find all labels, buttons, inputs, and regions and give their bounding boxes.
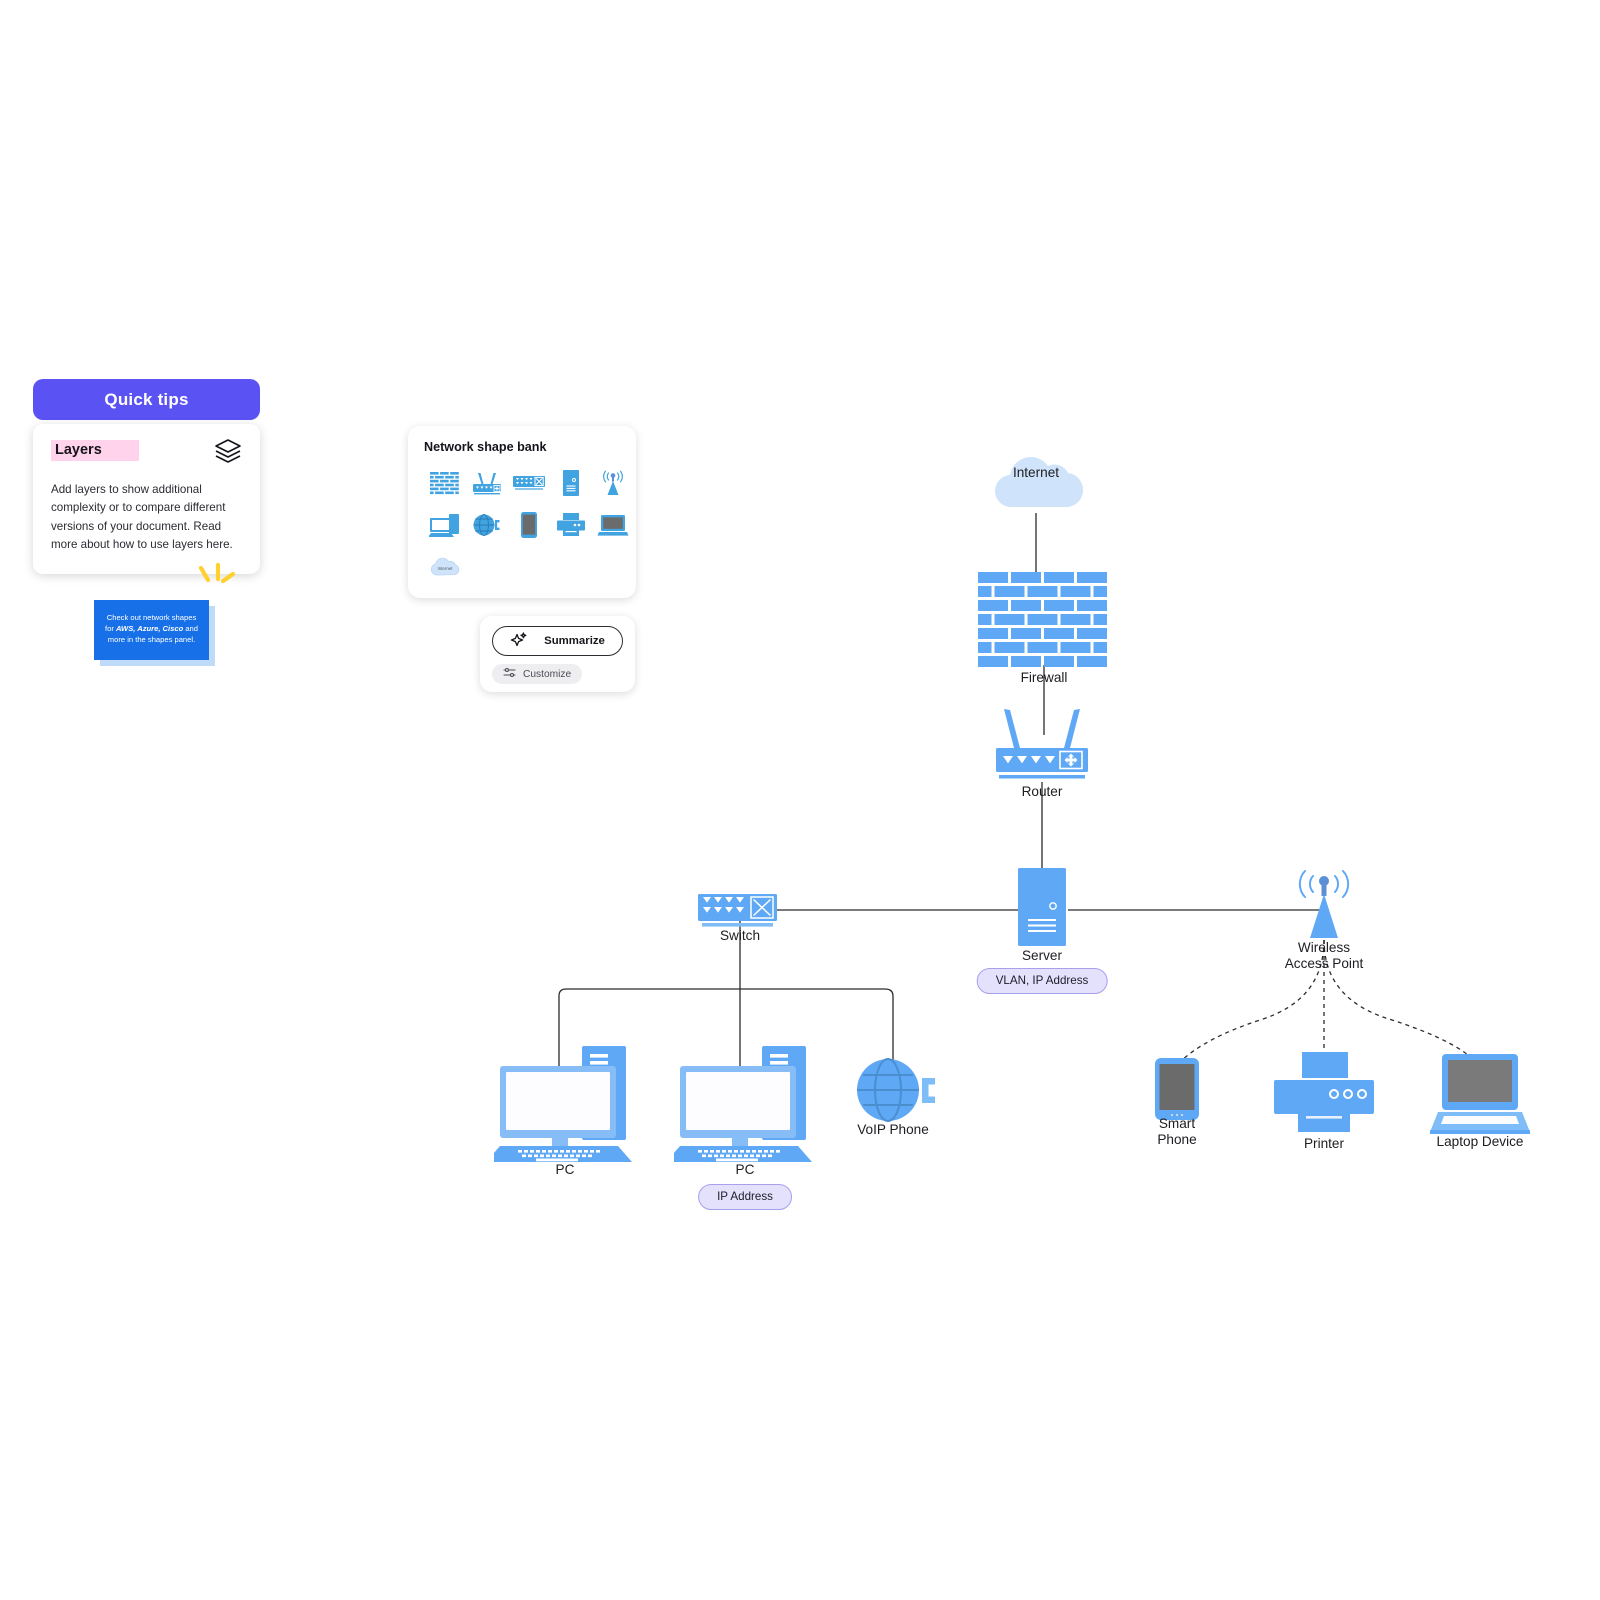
voip-phone-icon <box>473 514 500 536</box>
firewall-shape <box>978 572 1107 667</box>
smartphone-label-line1: Smart <box>1158 1116 1196 1131</box>
switch-shape <box>698 894 777 927</box>
laptop-label: Laptop Device <box>1436 1134 1524 1149</box>
sparkle-icon <box>510 631 528 652</box>
layers-icon <box>214 438 242 469</box>
shape-bank-item-smart-phone[interactable] <box>508 510 550 540</box>
wireless-access-point-shape <box>1298 870 1350 938</box>
router-shape <box>996 709 1088 779</box>
node-firewall[interactable]: Firewall <box>978 572 1110 685</box>
server-shape <box>1018 868 1066 946</box>
router-icon <box>473 473 501 495</box>
node-internet[interactable]: Internet <box>986 437 1086 513</box>
switch-label: Switch <box>719 928 761 943</box>
sticky-text-brands: AWS, Azure, Cisco <box>115 624 184 633</box>
shape-bank-item-switch[interactable] <box>508 468 550 498</box>
network-shape-bank-panel: Network shape bank Internet <box>408 426 636 598</box>
wap-label-line2: Access Point <box>1284 956 1364 972</box>
pc-shape <box>486 1046 632 1162</box>
shape-bank-item-server[interactable] <box>550 468 592 498</box>
shape-bank-item-firewall[interactable] <box>424 468 466 498</box>
pc-tag[interactable]: IP Address <box>698 1184 792 1210</box>
firewall-icon <box>430 472 459 495</box>
node-voip-phone[interactable]: VoIP Phone <box>852 1058 940 1137</box>
customize-chip[interactable]: Customize <box>492 664 583 684</box>
internet-label: Internet <box>1012 464 1060 480</box>
quick-tips-header: Quick tips <box>33 379 260 420</box>
shape-bank-title: Network shape bank <box>424 440 547 454</box>
pc-shape <box>666 1046 812 1162</box>
connection-lines <box>558 513 1473 1068</box>
quick-tips-card-title: Layers <box>51 440 139 461</box>
svg-text:Internet: Internet <box>438 566 454 571</box>
antenna-icon <box>603 470 623 495</box>
quick-tips-card: Quick tips Layers Add layers to show add… <box>33 379 260 575</box>
shape-bank-item-printer[interactable] <box>550 510 592 540</box>
node-printer[interactable]: Printer <box>1272 1052 1376 1151</box>
node-laptop[interactable]: Laptop Device <box>1430 1054 1530 1149</box>
node-pc1[interactable]: PC <box>486 1042 636 1177</box>
server-label: Server <box>1021 948 1063 963</box>
router-label: Router <box>1021 784 1063 799</box>
printer-shape <box>1274 1052 1374 1132</box>
node-switch[interactable]: Switch <box>698 894 782 943</box>
smart-phone-icon <box>521 512 537 538</box>
node-smart-phone[interactable]: Smart Phone <box>1155 1058 1199 1147</box>
firewall-label: Firewall <box>1020 670 1068 685</box>
shape-bank-item-voip-phone[interactable] <box>466 510 508 540</box>
laptop-icon <box>597 515 629 536</box>
node-server[interactable]: Server VLAN, IP Address <box>976 868 1108 994</box>
voip-phone-shape <box>857 1058 935 1122</box>
internet-cloud-icon: Internet <box>430 557 460 576</box>
shape-bank-item-wireless-access-point[interactable] <box>592 468 634 498</box>
pc-icon <box>429 514 459 537</box>
switch-icon <box>513 476 545 490</box>
shape-bank-item-internet-cloud[interactable]: Internet <box>424 552 466 582</box>
node-router[interactable]: Router <box>990 706 1094 799</box>
quick-tips-card-text: Add layers to show additional complexity… <box>51 483 233 551</box>
node-pc2[interactable]: PC IP Address <box>666 1042 816 1210</box>
laptop-shape <box>1430 1054 1530 1134</box>
sparkle-decoration-icon <box>195 562 237 601</box>
server-icon <box>563 470 579 496</box>
voip-label: VoIP Phone <box>857 1122 929 1137</box>
printer-icon <box>557 513 585 536</box>
summarize-button[interactable]: Summarize <box>492 626 623 656</box>
smartphone-label-line2: Phone <box>1157 1132 1197 1148</box>
quick-tips-body: Layers Add layers to show additional com… <box>33 424 260 575</box>
pc1-label: PC <box>555 1162 575 1177</box>
sliders-icon <box>503 667 516 681</box>
customize-chip-label: Customize <box>523 668 572 680</box>
printer-label: Printer <box>1303 1136 1345 1151</box>
shape-bank-item-pc[interactable] <box>424 510 466 540</box>
sticky-note-network-shapes[interactable]: Check out network shapes for AWS, Azure,… <box>94 600 209 660</box>
summarize-panel: Summarize Customize <box>480 616 635 692</box>
smart-phone-shape <box>1155 1058 1199 1120</box>
node-wireless-access-point[interactable]: Wireless Access Point <box>1285 866 1363 971</box>
wap-label-line1: Wireless <box>1297 940 1351 955</box>
diagram-canvas: Quick tips Layers Add layers to show add… <box>0 0 1600 1600</box>
shape-bank-item-laptop[interactable] <box>592 510 634 540</box>
shape-bank-grid: Internet <box>424 468 629 582</box>
pc2-label: PC <box>735 1162 755 1177</box>
shape-bank-item-router[interactable] <box>466 468 508 498</box>
server-tag[interactable]: VLAN, IP Address <box>976 968 1108 994</box>
summarize-button-label: Summarize <box>544 635 605 647</box>
